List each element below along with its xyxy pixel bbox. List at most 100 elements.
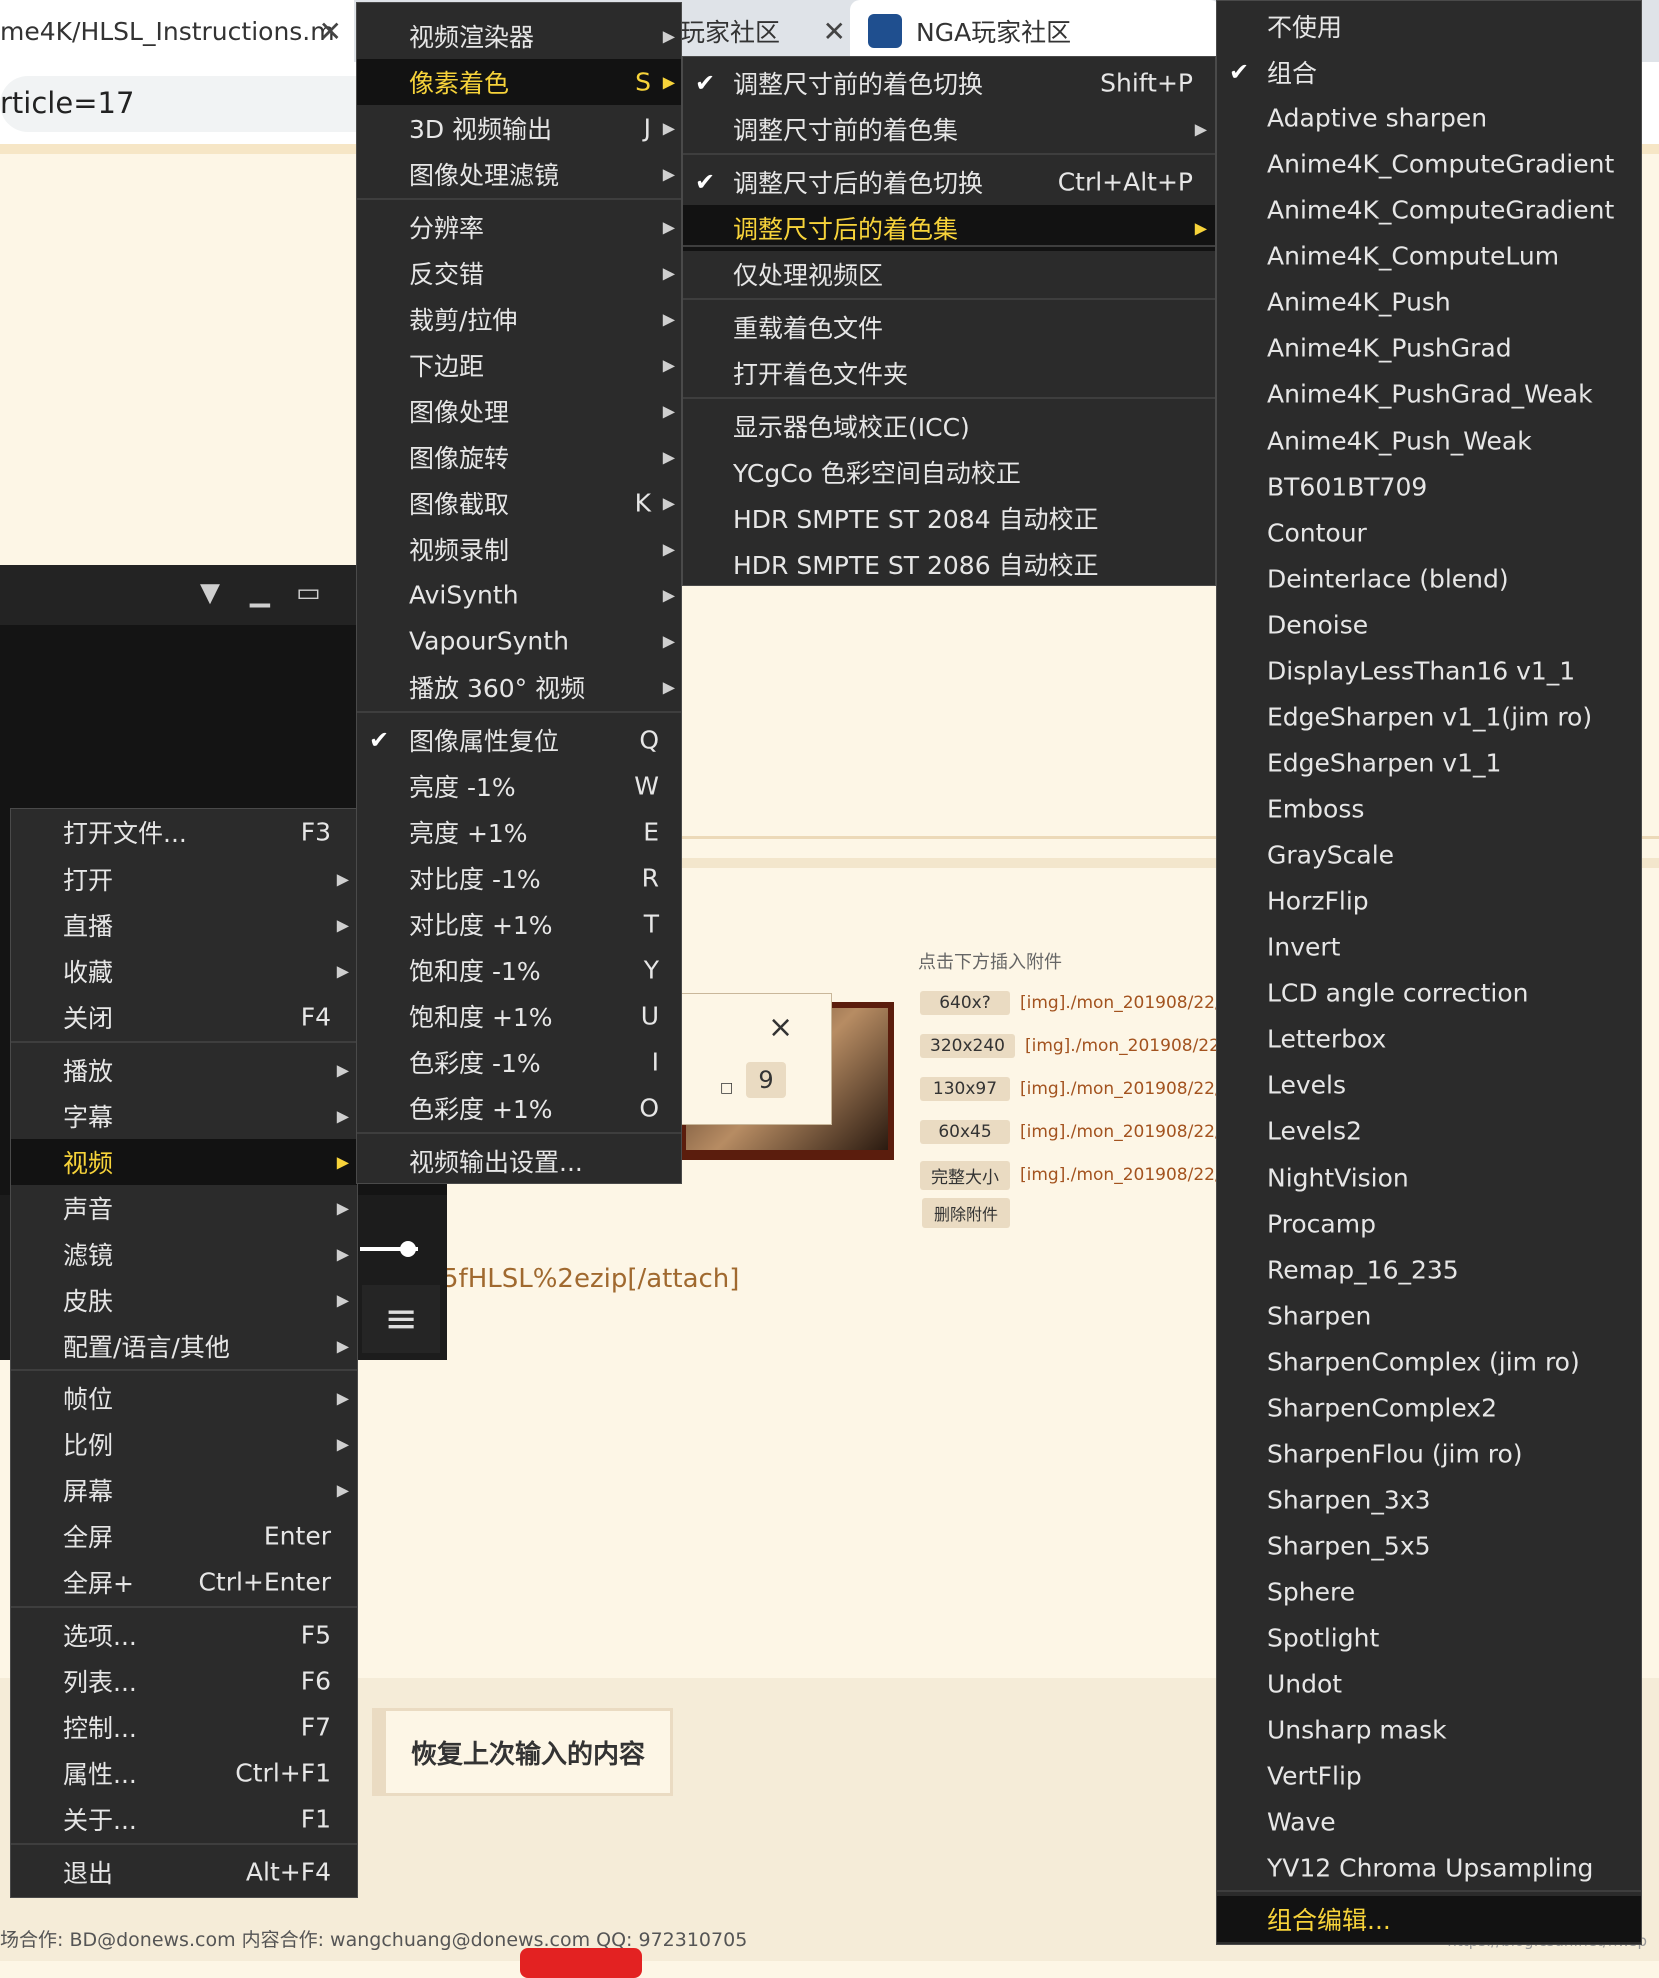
tab-community[interactable]: 玩家社区 ✕ [680, 0, 850, 62]
delete-attachment-button[interactable]: 删除附件 [922, 1198, 1011, 1228]
menu-item[interactable]: DisplayLessThan16 v1_1 [1217, 648, 1641, 694]
menu-item[interactable]: VertFlip [1217, 1753, 1641, 1799]
menu-item[interactable]: Deinterlace (blend) [1217, 556, 1641, 602]
menu-item[interactable]: Sharpen_5x5 [1217, 1523, 1641, 1569]
menu-item[interactable]: 调整尺寸前的着色集 ▶ [683, 106, 1215, 152]
menu-item[interactable]: 比例 ▶ [11, 1421, 357, 1467]
attachment-size-button[interactable]: 320x240 [920, 1034, 1015, 1058]
menu-item[interactable]: SharpenComplex (jim ro) [1217, 1339, 1641, 1385]
menu-item[interactable]: Remap_16_235 [1217, 1247, 1641, 1293]
menu-item[interactable]: HDR SMPTE ST 2084 自动校正 [683, 495, 1215, 541]
menu-item[interactable]: 仅处理视频区 [683, 251, 1215, 297]
menu-item[interactable]: Levels2 [1217, 1108, 1641, 1154]
menu-item[interactable]: 图像截取 K ▶ [357, 480, 681, 526]
menu-item[interactable]: 视频渲染器 ▶ [357, 13, 681, 59]
menu-item[interactable]: 亮度 -1% W [357, 763, 681, 809]
menu-item[interactable]: 打开文件... F3 [11, 809, 357, 855]
menu-item[interactable]: 视频输出设置... [357, 1138, 681, 1184]
attachment-link[interactable]: [img]./mon_201908/22/ [1020, 1122, 1221, 1142]
menu-item[interactable]: YV12 Chroma Upsampling [1217, 1845, 1641, 1891]
menu-item[interactable]: 裁剪/拉伸 ▶ [357, 296, 681, 342]
pin-icon[interactable]: ▼ [200, 578, 220, 608]
menu-item[interactable]: 全屏 Enter [11, 1513, 357, 1559]
menu-item[interactable]: 直播 ▶ [11, 902, 357, 948]
close-icon[interactable]: ✕ [319, 15, 342, 48]
menu-item[interactable]: Levels [1217, 1062, 1641, 1108]
menu-item[interactable]: ✔ 图像属性复位 Q [357, 717, 681, 763]
menu-item[interactable]: LCD angle correction [1217, 970, 1641, 1016]
maximize-icon[interactable]: ▭ [296, 578, 321, 608]
menu-item[interactable]: EdgeSharpen v1_1 [1217, 740, 1641, 786]
menu-item[interactable]: Sphere [1217, 1569, 1641, 1615]
attachment-size-button[interactable]: 130x97 [920, 1077, 1010, 1101]
hamburger-menu-icon[interactable]: ≡ [362, 1285, 440, 1353]
menu-item[interactable]: ✔ 调整尺寸后的着色切换 Ctrl+Alt+P [683, 159, 1215, 205]
menu-item[interactable]: Anime4K_ComputeLum [1217, 233, 1641, 279]
menu-item[interactable]: Emboss [1217, 786, 1641, 832]
menu-item[interactable]: VapourSynth ▶ [357, 618, 681, 664]
menu-item[interactable]: 不使用 [1217, 3, 1641, 49]
attachment-link[interactable]: [img]./mon_201908/22/ [1020, 1165, 1221, 1185]
attachment-link[interactable]: [img]./mon_201908/22/ [1020, 1079, 1221, 1099]
menu-item[interactable]: 组合编辑... [1217, 1896, 1641, 1942]
menu-item[interactable]: 播放 ▶ [11, 1047, 357, 1093]
attachment-size-button[interactable]: 完整大小 [920, 1160, 1010, 1190]
menu-item[interactable]: YCgCo 色彩空间自动校正 [683, 449, 1215, 495]
menu-item[interactable]: Sharpen [1217, 1293, 1641, 1339]
menu-item[interactable]: Contour [1217, 510, 1641, 556]
menu-item[interactable]: 饱和度 +1% U [357, 993, 681, 1039]
menu-item[interactable]: 全屏+ Ctrl+Enter [11, 1559, 357, 1605]
menu-item[interactable]: Anime4K_ComputeGradient [1217, 187, 1641, 233]
menu-item[interactable]: Sharpen_3x3 [1217, 1477, 1641, 1523]
menu-item[interactable]: SharpenFlou (jim ro) [1217, 1431, 1641, 1477]
menu-item[interactable]: 滤镜 ▶ [11, 1231, 357, 1277]
menu-item[interactable]: ✔ 组合 [1217, 49, 1641, 95]
menu-item[interactable]: 像素着色 S ▶ [357, 59, 681, 105]
menu-item[interactable]: 显示器色域校正(ICC) [683, 403, 1215, 449]
menu-item[interactable]: BT601BT709 [1217, 464, 1641, 510]
attachment-link[interactable]: [img]./mon_201908/22/ [1020, 993, 1221, 1013]
restore-content-button[interactable]: 恢复上次输入的内容 [372, 1708, 673, 1796]
menu-item[interactable]: HDR SMPTE ST 2086 自动校正 [683, 541, 1215, 587]
menu-item[interactable]: HorzFlip [1217, 878, 1641, 924]
menu-item[interactable]: 视频录制 ▶ [357, 526, 681, 572]
menu-item[interactable]: 皮肤 ▶ [11, 1277, 357, 1323]
menu-item[interactable]: 关闭 F4 [11, 994, 357, 1040]
menu-item[interactable]: GrayScale [1217, 832, 1641, 878]
menu-item[interactable]: Denoise [1217, 602, 1641, 648]
menu-item[interactable]: 打开 ▶ [11, 856, 357, 902]
menu-item[interactable]: 色彩度 -1% I [357, 1039, 681, 1085]
menu-item[interactable]: 打开着色文件夹 [683, 350, 1215, 396]
menu-item[interactable]: 属性... Ctrl+F1 [11, 1750, 357, 1796]
menu-item[interactable]: Letterbox [1217, 1016, 1641, 1062]
menu-item[interactable]: 列表... F6 [11, 1658, 357, 1704]
slider-knob[interactable] [400, 1241, 416, 1257]
menu-item[interactable]: Anime4K_PushGrad_Weak [1217, 371, 1641, 417]
menu-item[interactable]: 对比度 +1% T [357, 901, 681, 947]
menu-item[interactable]: Procamp [1217, 1201, 1641, 1247]
menu-item[interactable]: 配置/语言/其他 ▶ [11, 1323, 357, 1369]
menu-item[interactable]: Undot [1217, 1661, 1641, 1707]
menu-item[interactable]: SharpenComplex2 [1217, 1385, 1641, 1431]
attachment-link[interactable]: [img]./mon_201908/22/ [1025, 1036, 1226, 1056]
menu-item[interactable]: 反交错 ▶ [357, 250, 681, 296]
tab-hlsl-instructions[interactable]: me4K/HLSL_Instructions.m ✕ [0, 0, 354, 62]
menu-item[interactable]: Invert [1217, 924, 1641, 970]
menu-item[interactable]: 对比度 -1% R [357, 855, 681, 901]
minimize-icon[interactable]: ▁ [250, 578, 270, 608]
count-badge[interactable]: 9 [746, 1062, 786, 1098]
menu-item[interactable]: 关于... F1 [11, 1796, 357, 1842]
menu-item[interactable]: ✔ 调整尺寸前的着色切换 Shift+P [683, 60, 1215, 106]
menu-item[interactable]: 重载着色文件 [683, 304, 1215, 350]
menu-item[interactable]: 图像处理 ▶ [357, 388, 681, 434]
menu-item[interactable]: 色彩度 +1% O [357, 1085, 681, 1131]
menu-item[interactable]: Adaptive sharpen [1217, 95, 1641, 141]
square-icon[interactable]: □ [720, 1080, 733, 1096]
menu-item[interactable]: EdgeSharpen v1_1(jim ro) [1217, 694, 1641, 740]
close-icon[interactable]: ✕ [823, 15, 846, 48]
menu-item[interactable]: AviSynth ▶ [357, 572, 681, 618]
menu-item[interactable]: 字幕 ▶ [11, 1093, 357, 1139]
menu-item[interactable]: 声音 ▶ [11, 1185, 357, 1231]
menu-item[interactable]: 视频 ▶ [11, 1139, 357, 1185]
menu-item[interactable]: Anime4K_ComputeGradient [1217, 141, 1641, 187]
